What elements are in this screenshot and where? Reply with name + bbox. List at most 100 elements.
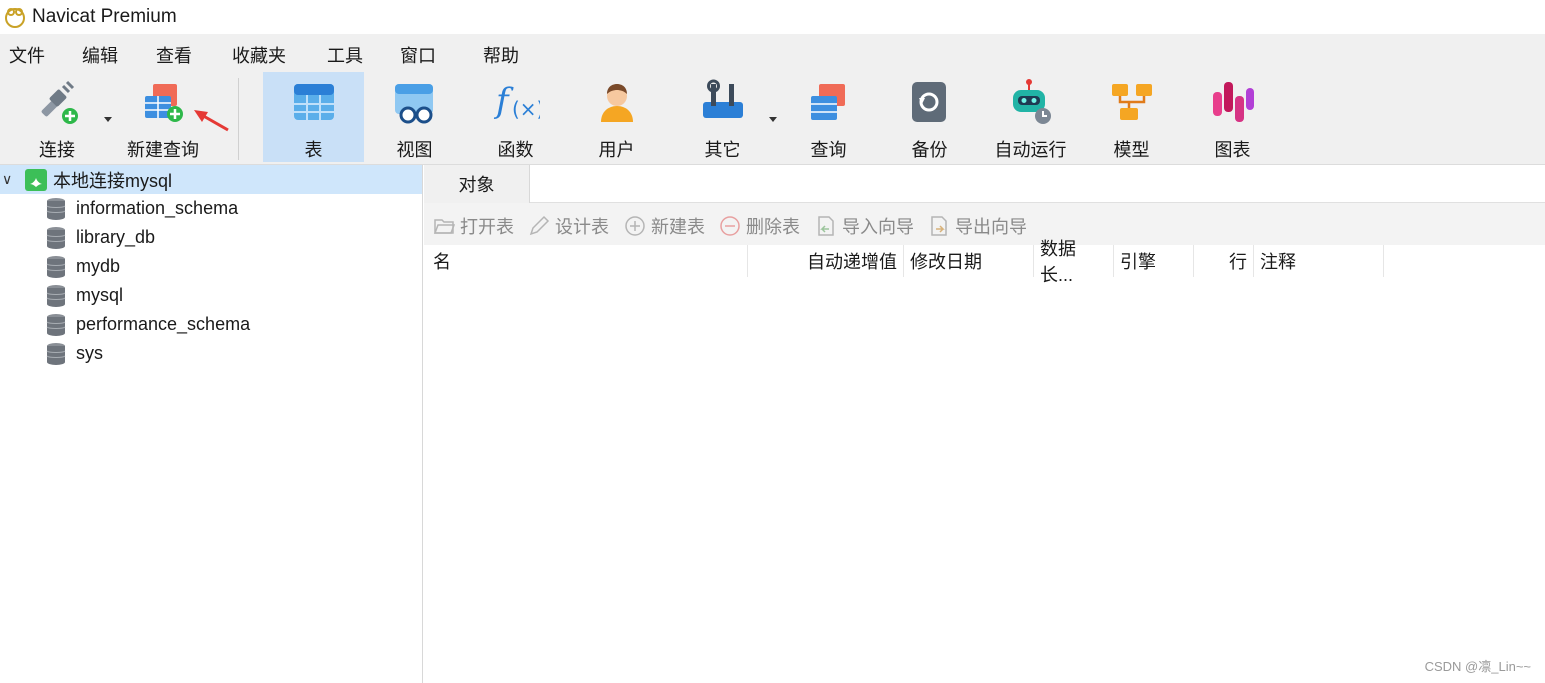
- database-icon: [46, 342, 66, 365]
- user-label: 用户: [598, 140, 635, 160]
- column-header-data-length[interactable]: 数据长...: [1034, 239, 1114, 285]
- automation-button[interactable]: 自动运行: [980, 72, 1081, 162]
- new-query-label: 新建查询: [127, 140, 199, 160]
- window-title: Navicat Premium: [32, 6, 177, 27]
- design-table-label: 设计表: [555, 217, 609, 237]
- model-icon: [1108, 78, 1156, 126]
- tab-objects[interactable]: 对象: [424, 165, 530, 203]
- menu-edit[interactable]: 编辑: [82, 42, 118, 68]
- connect-dropdown-icon[interactable]: [104, 117, 112, 122]
- database-name: mysql: [76, 285, 124, 305]
- other-dropdown-icon[interactable]: [769, 117, 777, 122]
- chart-button[interactable]: 图表: [1182, 72, 1283, 162]
- database-icon: [46, 226, 66, 249]
- query-button[interactable]: 查询: [778, 72, 879, 162]
- design-table-button[interactable]: 设计表: [528, 213, 609, 239]
- chevron-down-icon[interactable]: ∨: [2, 171, 22, 188]
- pencil-icon: [529, 215, 550, 236]
- folder-open-icon: [433, 219, 455, 234]
- new-table-button[interactable]: 新建表: [624, 213, 705, 239]
- view-button[interactable]: 视图: [364, 72, 465, 162]
- object-pane: 对象 打开表 设计表 新建表 删除表 导入向导 导出向导 名 自动递增值 修改日…: [424, 165, 1545, 683]
- minus-circle-icon: [720, 216, 740, 236]
- column-header-modified-date[interactable]: 修改日期: [904, 245, 1034, 277]
- annotation-arrow-icon: [194, 110, 229, 132]
- table-label: 表: [304, 140, 323, 160]
- object-list-header: 名 自动递增值 修改日期 数据长... 引擎 行 注释: [424, 239, 1545, 285]
- backup-label: 备份: [911, 140, 948, 160]
- export-wizard-button[interactable]: 导出向导: [928, 213, 1027, 239]
- other-button[interactable]: 其它: [672, 72, 773, 162]
- menu-favorites[interactable]: 收藏夹: [232, 42, 286, 68]
- object-action-bar: 打开表 设计表 新建表 删除表 导入向导 导出向导: [424, 203, 1545, 245]
- column-header-name[interactable]: 名: [427, 245, 748, 277]
- export-wizard-label: 导出向导: [955, 217, 1027, 237]
- database-icon: [46, 255, 66, 278]
- navigation-pane: ∨ 本地连接mysql information_schema library_d…: [0, 165, 423, 683]
- table-icon: [290, 78, 338, 126]
- database-name: information_schema: [76, 198, 239, 218]
- navicat-logo-icon: [5, 8, 25, 28]
- new-query-icon: [139, 78, 187, 126]
- delete-table-label: 删除表: [746, 217, 800, 237]
- connection-node[interactable]: ∨ 本地连接mysql: [0, 165, 422, 194]
- menu-tools[interactable]: 工具: [327, 42, 363, 68]
- menu-file[interactable]: 文件: [9, 42, 45, 68]
- toolbar-separator: [238, 78, 239, 160]
- database-item[interactable]: mysql: [46, 281, 123, 310]
- database-item[interactable]: mydb: [46, 252, 120, 281]
- menu-help[interactable]: 帮助: [483, 42, 519, 68]
- view-label: 视图: [396, 140, 433, 160]
- database-item[interactable]: information_schema: [46, 194, 238, 223]
- function-label: 函数: [497, 140, 534, 160]
- database-icon: [46, 197, 66, 220]
- backup-button[interactable]: 备份: [879, 72, 980, 162]
- automation-label: 自动运行: [994, 140, 1067, 160]
- function-button[interactable]: f (×) 函数: [465, 72, 566, 162]
- connect-button[interactable]: 连接: [20, 72, 94, 162]
- tab-objects-label: 对象: [458, 175, 495, 195]
- column-header-comment[interactable]: 注释: [1254, 245, 1384, 277]
- tab-strip-fill: [530, 165, 1545, 203]
- backup-icon: [906, 78, 954, 126]
- svg-text:(×): (×): [512, 97, 540, 121]
- column-header-auto-increment[interactable]: 自动递增值: [748, 245, 904, 277]
- user-icon: [593, 78, 641, 126]
- menu-bar: 文件 编辑 查看 收藏夹 工具 窗口 帮助: [0, 34, 1545, 72]
- watermark: CSDN @凛_Lin~~: [1424, 659, 1531, 674]
- mysql-connection-icon: [25, 168, 47, 191]
- svg-text:f: f: [493, 81, 514, 121]
- column-header-rows[interactable]: 行: [1194, 245, 1254, 277]
- connect-label: 连接: [39, 140, 75, 160]
- menu-window[interactable]: 窗口: [400, 42, 436, 68]
- column-header-engine[interactable]: 引擎: [1114, 245, 1194, 277]
- query-icon: [805, 78, 853, 126]
- delete-table-button[interactable]: 删除表: [719, 213, 800, 239]
- chart-label: 图表: [1214, 140, 1251, 160]
- open-table-button[interactable]: 打开表: [433, 213, 514, 239]
- menu-view[interactable]: 查看: [156, 42, 192, 68]
- import-icon: [818, 216, 834, 236]
- new-table-label: 新建表: [651, 217, 705, 237]
- function-icon: f (×): [492, 78, 540, 126]
- title-bar: Navicat Premium: [0, 0, 1545, 34]
- database-item[interactable]: library_db: [46, 223, 155, 252]
- chart-icon: [1209, 78, 1257, 126]
- query-label: 查询: [810, 140, 847, 160]
- plus-circle-icon: [625, 216, 645, 236]
- model-button[interactable]: 模型: [1081, 72, 1182, 162]
- table-button[interactable]: 表: [263, 72, 364, 162]
- database-icon: [46, 284, 66, 307]
- view-icon: [391, 78, 439, 126]
- model-label: 模型: [1113, 140, 1150, 160]
- database-item[interactable]: performance_schema: [46, 310, 250, 339]
- database-item[interactable]: sys: [46, 339, 103, 368]
- import-wizard-button[interactable]: 导入向导: [815, 213, 914, 239]
- tab-strip: 对象: [424, 165, 1545, 203]
- user-button[interactable]: 用户: [566, 72, 667, 162]
- other-label: 其它: [704, 140, 741, 160]
- export-icon: [931, 216, 947, 236]
- open-table-label: 打开表: [460, 217, 514, 237]
- connection-name: 本地连接mysql: [53, 170, 173, 191]
- main-toolbar: 连接 新建查询 表 视图 f (× 函数 用户 其它 查询 备份 自动运行 模型…: [0, 72, 1545, 165]
